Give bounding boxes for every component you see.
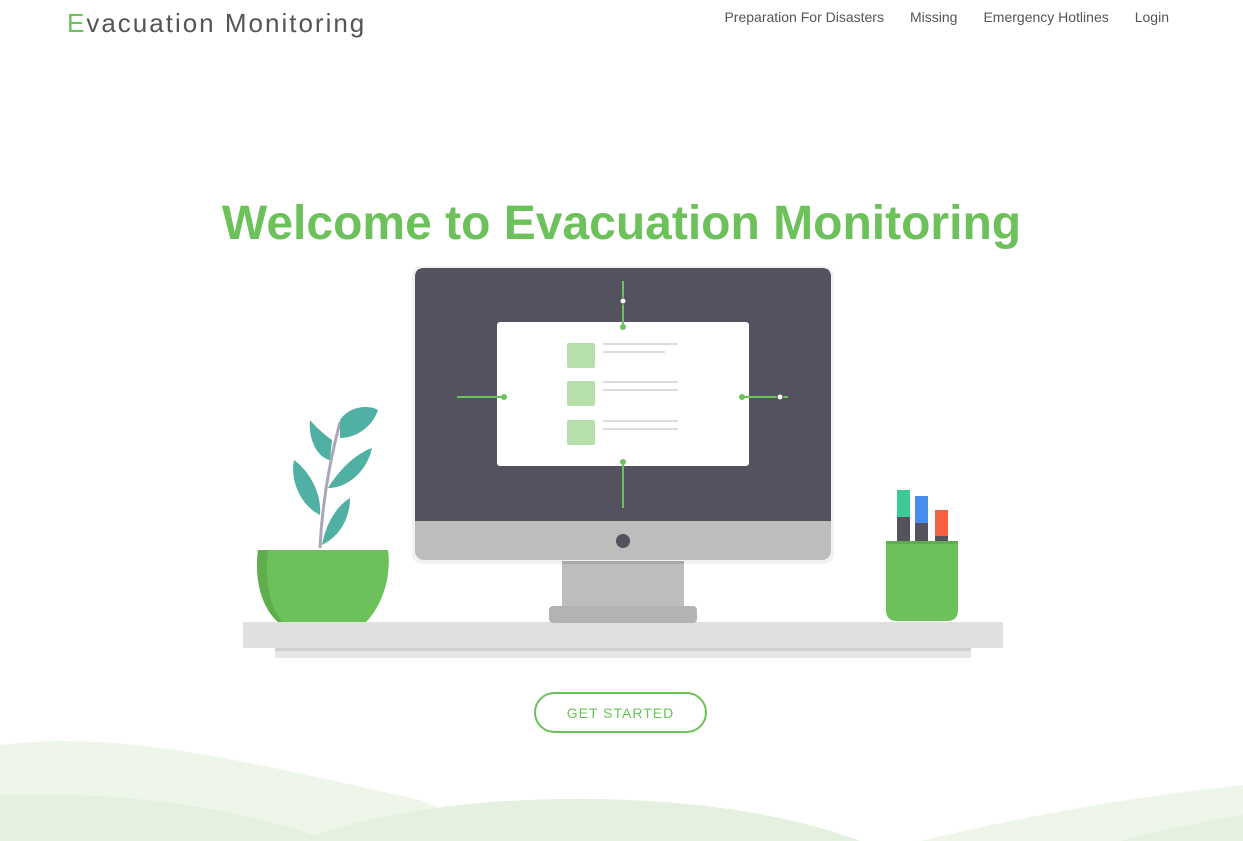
background-waves	[0, 741, 1243, 841]
top-navbar: Evacuation Monitoring Preparation For Di…	[0, 0, 1243, 50]
page: Evacuation Monitoring Preparation For Di…	[0, 0, 1243, 841]
brand-logo[interactable]: Evacuation Monitoring	[67, 8, 366, 39]
monitor	[412, 266, 834, 623]
pen-holder	[886, 490, 958, 621]
nav-links: Preparation For Disasters Missing Emerge…	[724, 9, 1169, 25]
brand-name: vacuation Monitoring	[86, 8, 367, 38]
nav-link-emergency-hotlines[interactable]: Emergency Hotlines	[983, 9, 1108, 25]
nav-link-login[interactable]: Login	[1135, 9, 1169, 25]
nav-link-preparation-for-disasters[interactable]: Preparation For Disasters	[724, 9, 884, 25]
hero-title: Welcome to Evacuation Monitoring	[221, 197, 1022, 250]
brand-initial: E	[67, 8, 87, 38]
desk	[243, 622, 1003, 658]
get-started-button[interactable]: GET STARTED	[534, 692, 707, 733]
potted-plant	[256, 407, 389, 622]
nav-link-missing[interactable]: Missing	[910, 9, 957, 25]
